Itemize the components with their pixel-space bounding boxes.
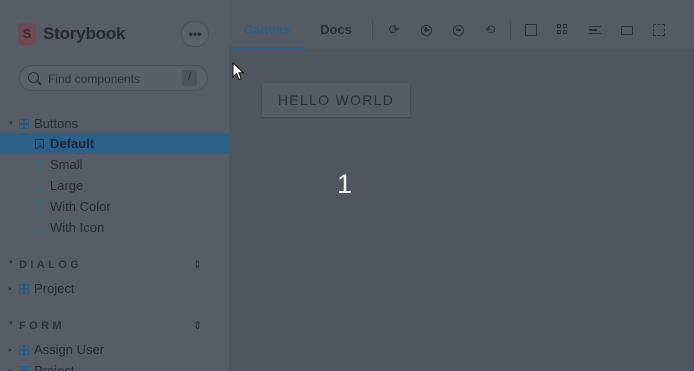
- component-icon: [19, 345, 29, 355]
- toolbar-divider: [510, 20, 511, 40]
- mouse-cursor-icon: [232, 62, 245, 81]
- tab-docs[interactable]: Docs: [311, 0, 361, 50]
- tree-item-form-project[interactable]: ▼ Project: [0, 360, 229, 371]
- expand-collapse-icon[interactable]: ⇕: [193, 258, 202, 271]
- tab-canvas[interactable]: Canvas: [229, 0, 305, 50]
- brand-name: Storybook: [43, 24, 126, 43]
- tree-story-with-color[interactable]: With Color: [0, 196, 229, 217]
- zoom-reset-icon[interactable]: ⟲: [482, 22, 498, 38]
- tree-story-large[interactable]: Large: [0, 175, 229, 196]
- group-header-dialog[interactable]: ▼ DIALOG ⇕: [0, 257, 229, 273]
- tree-story-label: Large: [50, 178, 84, 193]
- zoom-out-icon[interactable]: [450, 22, 466, 38]
- tree-item-assign-user[interactable]: ▼ Assign User: [0, 339, 229, 360]
- bookmark-icon: [35, 223, 44, 233]
- tree-story-label: Small: [50, 157, 83, 172]
- expand-collapse-icon[interactable]: ⇕: [193, 319, 202, 332]
- bookmark-icon: [35, 160, 44, 170]
- background-icon[interactable]: [523, 22, 539, 38]
- reload-icon[interactable]: ⟳: [386, 22, 402, 38]
- tree-story-label: With Icon: [50, 220, 105, 235]
- group-label: DIALOG: [19, 259, 83, 271]
- group-header-form[interactable]: ▼ FORM ⇕: [0, 318, 229, 334]
- bookmark-icon: [35, 139, 44, 149]
- group-label: FORM: [19, 320, 65, 332]
- toolbar: Canvas Docs ⟳ ⟲: [229, 0, 694, 50]
- tree-item-label: Project: [34, 363, 75, 371]
- bookmark-icon: [35, 202, 44, 212]
- sidebar: Storybook ••• / ▼ Buttons Default Small …: [0, 0, 229, 371]
- component-icon: [19, 119, 29, 129]
- tree-item-label: Project: [34, 281, 75, 296]
- tree-story-label: Default: [50, 136, 95, 151]
- caret-down-icon: ▼: [8, 260, 18, 266]
- bookmark-icon: [35, 181, 44, 191]
- tree-story-default[interactable]: Default: [0, 133, 229, 154]
- grid-icon[interactable]: [555, 22, 571, 38]
- caret-right-icon: ▼: [7, 367, 14, 371]
- brand[interactable]: Storybook: [18, 22, 125, 46]
- caret-right-icon: ▼: [7, 346, 14, 353]
- search-input[interactable]: [48, 70, 178, 87]
- tree-story-small[interactable]: Small: [0, 154, 229, 175]
- search-shortcut-key: /: [182, 70, 197, 86]
- toolbar-divider: [372, 20, 373, 40]
- tree-story-with-icon[interactable]: With Icon: [0, 217, 229, 238]
- caret-down-icon: ▼: [8, 120, 14, 127]
- caret-down-icon: ▼: [8, 321, 18, 327]
- viewport-icon[interactable]: [587, 22, 603, 38]
- caret-right-icon: ▼: [7, 285, 14, 292]
- tree-item-buttons[interactable]: ▼ Buttons: [0, 113, 229, 134]
- tree-item-label: Buttons: [34, 116, 79, 131]
- outline-icon[interactable]: [651, 22, 667, 38]
- zoom-in-icon[interactable]: [418, 22, 434, 38]
- tree-item-dialog-project[interactable]: ▼ Project: [0, 278, 229, 299]
- storybook-logo-icon: [18, 23, 36, 45]
- tree-story-label: With Color: [50, 199, 111, 214]
- search-box[interactable]: /: [19, 65, 208, 91]
- hello-world-button[interactable]: HELLO WORLD: [262, 83, 410, 117]
- component-icon: [19, 366, 29, 371]
- click-counter: 1: [337, 169, 353, 199]
- measure-icon[interactable]: [619, 22, 635, 38]
- sidebar-menu-button[interactable]: •••: [181, 21, 209, 47]
- component-icon: [19, 284, 29, 294]
- search-icon: [28, 72, 39, 83]
- tree-item-label: Assign User: [34, 342, 105, 357]
